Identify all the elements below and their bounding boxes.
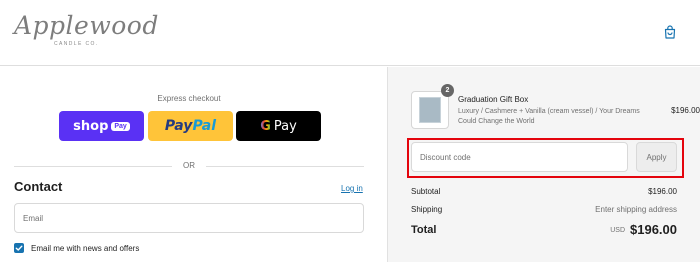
google-pay-button[interactable]: G Pay	[236, 111, 321, 141]
paypal-button[interactable]: PayPal	[148, 111, 233, 141]
order-summary: 2 Graduation Gift Box Luxury / Cashmere …	[387, 67, 700, 262]
login-link[interactable]: Log in	[341, 184, 363, 193]
newsletter-checkbox-row[interactable]: Email me with news and offers	[14, 242, 139, 254]
or-divider: OR	[14, 161, 364, 171]
product-variant: Luxury / Cashmere + Vanilla (cream vesse…	[458, 108, 640, 125]
shipping-value: Enter shipping address	[595, 205, 677, 214]
apply-discount-button[interactable]: Apply	[636, 142, 677, 172]
shipping-row: Shipping Enter shipping address	[411, 205, 677, 214]
paypal-pay-text: Pay	[164, 118, 193, 134]
shipping-label: Shipping	[411, 205, 443, 214]
total-amount: $196.00	[630, 222, 677, 237]
or-text: OR	[183, 161, 195, 170]
newsletter-label: Email me with news and offers	[31, 243, 140, 253]
shop-pay-tag: Pay	[111, 121, 130, 131]
subtotal-value: $196.00	[648, 187, 677, 196]
total-row: Total USD $196.00	[411, 222, 677, 238]
header: Applewood CANDLE CO.	[0, 0, 700, 66]
shop-pay-word: shop	[73, 118, 109, 134]
product-image	[419, 97, 441, 123]
subtotal-row: Subtotal $196.00	[411, 187, 677, 196]
product-name: Graduation Gift Box	[458, 95, 529, 104]
brand-logo[interactable]: Applewood CANDLE CO.	[14, 11, 158, 51]
checkmark-icon	[15, 245, 23, 251]
logo-subtitle: CANDLE CO.	[54, 41, 99, 47]
paypal-logo: PayPal	[165, 118, 216, 134]
newsletter-checkbox[interactable]	[14, 243, 24, 253]
line-item: 2 Graduation Gift Box Luxury / Cashmere …	[411, 84, 700, 131]
google-pay-text: Pay	[273, 118, 297, 134]
express-checkout-title: Express checkout	[157, 94, 221, 103]
contact-heading: Contact	[14, 179, 63, 194]
total-currency: USD	[610, 227, 625, 234]
product-price: $196.00	[671, 106, 700, 115]
checkout-main: Express checkout shop Pay PayPal G Pay OR…	[0, 67, 387, 262]
google-pay-logo: G Pay	[260, 119, 297, 134]
google-g-icon: G	[260, 118, 271, 134]
subtotal-label: Subtotal	[411, 187, 441, 196]
shopping-bag-icon[interactable]	[664, 25, 676, 39]
logo-script: Applewood	[14, 11, 159, 40]
paypal-pal-text: Pal	[192, 118, 217, 134]
discount-code-input[interactable]	[411, 142, 628, 172]
product-thumbnail	[411, 91, 449, 129]
total-label: Total	[411, 224, 437, 236]
quantity-badge: 2	[441, 84, 454, 97]
email-field[interactable]	[14, 203, 364, 233]
shop-pay-button[interactable]: shop Pay	[59, 111, 144, 141]
